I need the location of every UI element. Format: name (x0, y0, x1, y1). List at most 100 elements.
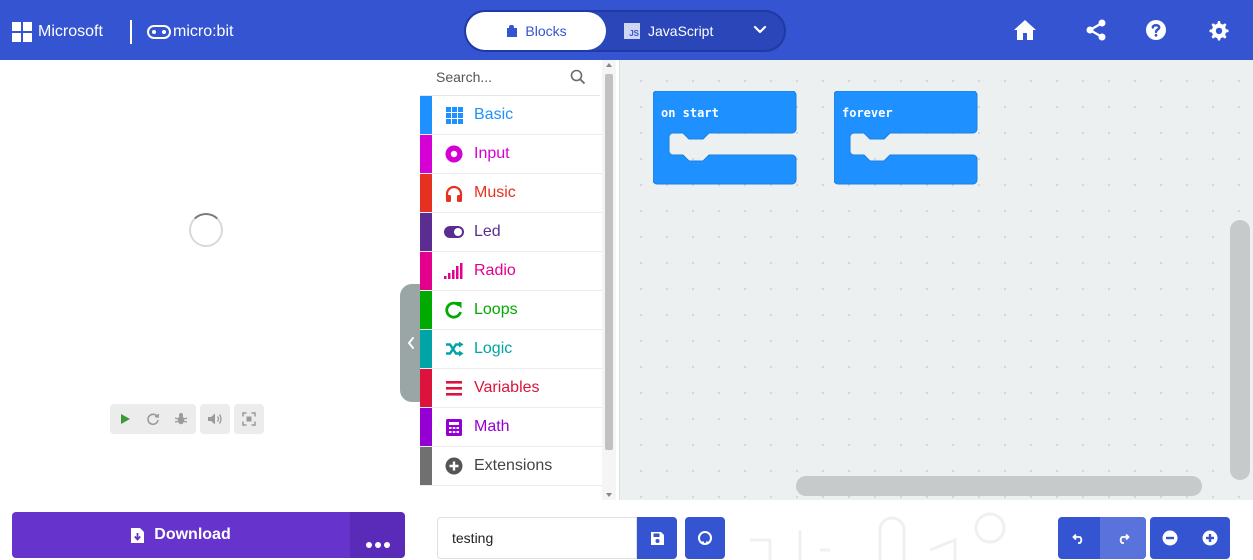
zoom-in-button[interactable] (1190, 517, 1230, 559)
toolbox-scrollbar-thumb[interactable] (605, 74, 613, 450)
microbit-logo-icon[interactable] (147, 25, 171, 39)
category-color-bar (420, 135, 432, 173)
minus-circle-icon (1162, 530, 1178, 546)
category-label: Basic (474, 106, 514, 123)
download-more-button[interactable] (350, 512, 405, 558)
category-loops[interactable]: Loops (420, 291, 602, 330)
fullscreen-icon[interactable] (240, 410, 258, 428)
ellipsis-icon (365, 542, 390, 548)
settings-icon[interactable] (1205, 17, 1231, 43)
chevron-left-icon (407, 337, 414, 349)
category-color-bar (420, 408, 432, 446)
category-led[interactable]: Led (420, 213, 602, 252)
tab-javascript[interactable]: JS JavaScript (624, 12, 736, 50)
editor-toolbar: Download (0, 500, 1253, 560)
category-label: Extensions (474, 457, 553, 474)
list-lines-icon (444, 378, 464, 398)
top-menu-bar: Microsoft micro:bit Blocks JS JavaScript (0, 0, 1253, 60)
footer-decoration (750, 512, 1006, 560)
grid-icon (444, 105, 464, 125)
undo-redo-group (1058, 517, 1146, 559)
search-icon[interactable] (570, 69, 586, 85)
github-button[interactable] (685, 517, 725, 559)
undo-icon (1072, 533, 1083, 544)
restart-icon[interactable] (144, 410, 162, 428)
category-logic[interactable]: Logic (420, 330, 602, 369)
simulator-panel (0, 60, 422, 500)
category-color-bar (420, 96, 432, 134)
category-label: Music (474, 184, 516, 201)
category-color-bar (420, 174, 432, 212)
category-color-bar (420, 447, 432, 485)
microsoft-logo-icon[interactable] (12, 22, 32, 42)
category-basic[interactable]: Basic (420, 96, 602, 135)
toolbox-search[interactable]: Search... (420, 60, 600, 96)
brand-microsoft[interactable]: Microsoft (38, 22, 103, 42)
simulator-fullscreen-group (234, 404, 264, 434)
scroll-down-arrow-icon[interactable] (606, 493, 612, 497)
workspace-horizontal-scrollbar[interactable] (796, 476, 1202, 496)
shuffle-icon (444, 339, 464, 359)
simulator-main-controls (110, 404, 196, 434)
play-icon[interactable] (116, 410, 134, 428)
redo-icon (1119, 533, 1130, 544)
category-label: Logic (474, 340, 513, 357)
collapse-simulator-button[interactable] (400, 284, 422, 402)
brand-microbit[interactable]: micro:bit (173, 22, 233, 42)
category-color-bar (420, 252, 432, 290)
zoom-out-button[interactable] (1150, 517, 1190, 559)
project-name-input[interactable] (437, 517, 637, 559)
category-label: Math (474, 418, 510, 435)
github-icon (698, 531, 712, 545)
search-input[interactable]: Search... (436, 69, 492, 85)
makecode-editor: Microsoft micro:bit Blocks JS JavaScript (0, 0, 1253, 560)
tab-blocks-label: Blocks (525, 23, 567, 39)
loading-spinner (189, 213, 223, 247)
simulator-controls (110, 404, 264, 434)
toolbox-scrollbar[interactable] (602, 60, 616, 500)
category-color-bar (420, 291, 432, 329)
tab-blocks[interactable]: Blocks (466, 12, 606, 50)
scroll-up-arrow-icon[interactable] (606, 63, 612, 67)
home-icon[interactable] (1012, 17, 1038, 43)
workspace-vertical-scrollbar[interactable] (1230, 220, 1250, 480)
signal-bars-icon (444, 261, 464, 281)
block-label: on start (661, 106, 719, 120)
category-radio[interactable]: Radio (420, 252, 602, 291)
download-button[interactable]: Download (12, 512, 350, 558)
chevron-down-icon[interactable] (752, 22, 768, 38)
category-variables[interactable]: Variables (420, 369, 602, 408)
block-on-start[interactable]: on start (652, 90, 797, 190)
debug-icon[interactable] (172, 410, 190, 428)
save-disk-icon (650, 531, 664, 545)
category-label: Variables (474, 379, 540, 396)
category-color-bar (420, 369, 432, 407)
share-icon[interactable] (1083, 17, 1109, 43)
redo-button[interactable] (1100, 517, 1146, 559)
undo-button[interactable] (1058, 517, 1100, 559)
help-icon[interactable] (1143, 17, 1169, 43)
download-label: Download (154, 526, 231, 543)
category-music[interactable]: Music (420, 174, 602, 213)
save-button[interactable] (637, 517, 677, 559)
category-color-bar (420, 330, 432, 368)
blocks-workspace[interactable]: on start forever (620, 60, 1253, 500)
category-label: Radio (474, 262, 516, 279)
plus-circle-icon (444, 456, 464, 476)
loop-arrow-icon (444, 300, 464, 320)
plus-circle-icon (1202, 530, 1218, 546)
category-label: Input (474, 145, 510, 162)
category-color-bar (420, 213, 432, 251)
category-extensions[interactable]: Extensions (420, 447, 602, 486)
simulator-sound-group (200, 404, 230, 434)
category-label: Led (474, 223, 501, 240)
tab-javascript-label: JavaScript (648, 23, 714, 39)
headphones-icon (444, 183, 464, 203)
category-math[interactable]: Math (420, 408, 602, 447)
puzzle-piece-icon (505, 25, 518, 37)
category-input[interactable]: Input (420, 135, 602, 174)
calculator-icon (444, 417, 464, 437)
block-forever[interactable]: forever (833, 90, 978, 190)
sound-icon[interactable] (206, 410, 224, 428)
brand-divider (130, 20, 132, 44)
